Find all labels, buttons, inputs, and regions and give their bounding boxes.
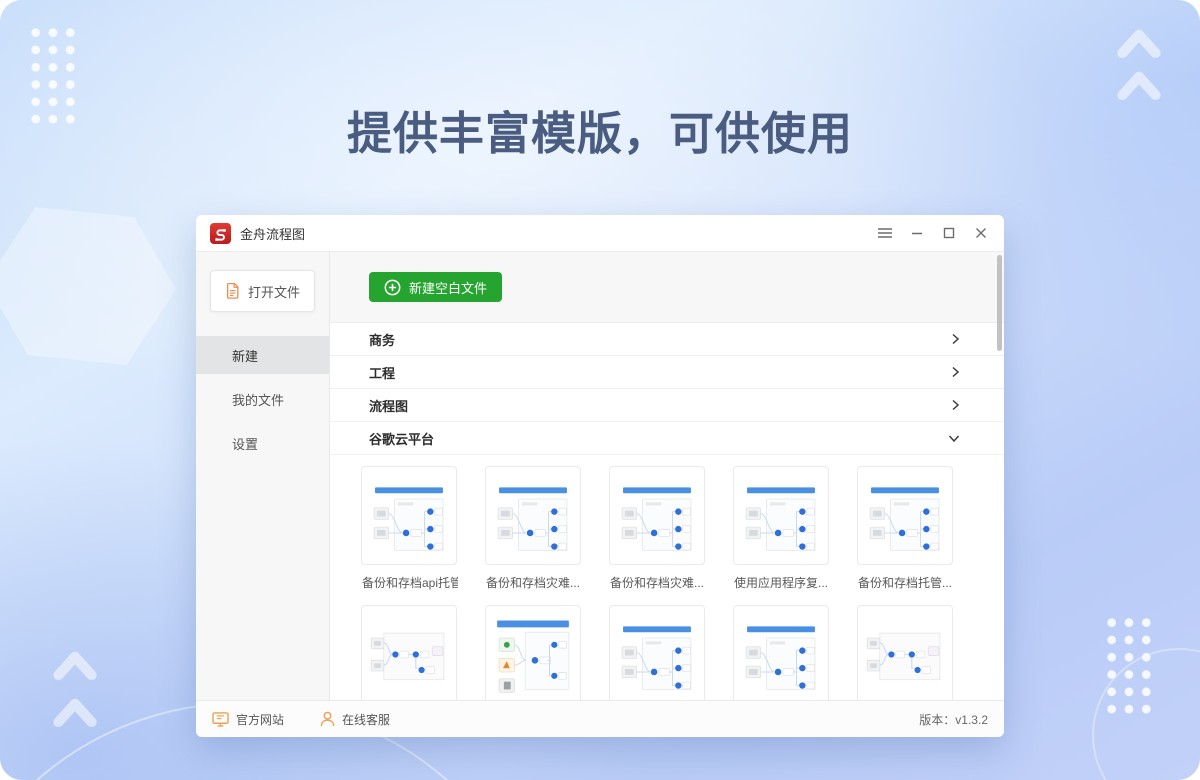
chevron-right-icon — [951, 333, 960, 345]
template-card[interactable] — [485, 605, 581, 700]
minimize-button[interactable] — [910, 226, 924, 240]
sidebar-item-label: 设置 — [232, 434, 258, 453]
category-row-engineering[interactable]: 工程 — [330, 356, 1004, 389]
maximize-button[interactable] — [942, 226, 956, 240]
category-label: 谷歌云平台 — [369, 429, 434, 448]
open-file-button[interactable]: 打开文件 — [210, 270, 315, 312]
category-row-business[interactable]: 商务 — [330, 323, 1004, 356]
sidebar-item-settings[interactable]: 设置 — [196, 424, 329, 462]
chevron-right-icon — [951, 399, 960, 411]
dot-grid-decoration — [1103, 614, 1155, 718]
person-icon — [320, 711, 335, 727]
template-thumbnail — [734, 606, 828, 700]
template-card[interactable] — [609, 466, 705, 565]
sidebar: 打开文件 新建 我的文件 设置 — [196, 252, 330, 700]
hexagon-decoration — [0, 202, 176, 370]
page-background: 提供丰富模版，可供使用 金舟流程图 — [0, 0, 1200, 780]
window-titlebar: 金舟流程图 — [196, 215, 1004, 252]
window-controls — [878, 226, 988, 240]
sidebar-item-my-files[interactable]: 我的文件 — [196, 380, 329, 418]
main-content: 新建空白文件 商务 工程 流程图 — [330, 252, 1004, 700]
template-card[interactable] — [733, 466, 829, 565]
sidebar-menu: 新建 我的文件 设置 — [196, 336, 329, 462]
category-label: 商务 — [369, 330, 395, 349]
template-grid: 备份和存档api托管 备份和存档灾难... 备份和存 — [330, 455, 1004, 700]
app-window: 金舟流程图 — [196, 215, 1004, 737]
monitor-icon — [212, 712, 229, 727]
template-thumbnail — [486, 606, 580, 700]
template-thumbnail — [610, 467, 704, 564]
window-body: 打开文件 新建 我的文件 设置 — [196, 252, 1004, 700]
category-label: 工程 — [369, 363, 395, 382]
sidebar-item-label: 我的文件 — [232, 390, 284, 409]
open-file-label: 打开文件 — [248, 282, 300, 301]
template-thumbnail — [362, 606, 456, 700]
hero-title: 提供丰富模版，可供使用 — [0, 97, 1200, 162]
template-caption: 备份和存档灾难... — [610, 574, 706, 591]
close-button[interactable] — [974, 226, 988, 240]
template-card[interactable] — [733, 605, 829, 700]
chevron-right-icon — [951, 366, 960, 378]
template-thumbnail — [858, 606, 952, 700]
document-icon — [225, 283, 240, 299]
category-label: 流程图 — [369, 396, 408, 415]
version-text: 版本：v1.3.2 — [919, 711, 988, 728]
online-support-link[interactable]: 在线客服 — [320, 711, 390, 728]
vertical-scrollbar[interactable] — [997, 255, 1002, 351]
template-card[interactable] — [857, 605, 953, 700]
online-support-label: 在线客服 — [342, 711, 390, 728]
template-caption: 使用应用程序复... — [734, 574, 830, 591]
template-thumbnail — [486, 467, 580, 564]
window-footer: 官方网站 在线客服 版本：v1.3.2 — [196, 700, 1004, 737]
chevron-down-icon — [948, 434, 960, 443]
template-card[interactable] — [485, 466, 581, 565]
template-caption: 备份和存档api托管 — [362, 574, 458, 591]
official-website-link[interactable]: 官方网站 — [212, 711, 284, 728]
template-thumbnail — [734, 467, 828, 564]
template-thumbnail — [362, 467, 456, 564]
app-logo-icon — [210, 223, 231, 244]
template-row: 备份和存档api托管 备份和存档灾难... 备份和存 — [361, 466, 1004, 605]
category-row-flowchart[interactable]: 流程图 — [330, 389, 1004, 422]
chevron-up-icon — [52, 697, 98, 727]
template-card[interactable] — [361, 466, 457, 565]
sidebar-item-label: 新建 — [232, 346, 258, 365]
chevron-up-icon — [52, 650, 98, 680]
chevron-up-icon — [1116, 70, 1162, 100]
plus-circle-icon — [384, 279, 401, 296]
chevron-up-icon — [1116, 28, 1162, 58]
new-blank-file-button[interactable]: 新建空白文件 — [369, 272, 502, 302]
sidebar-item-new[interactable]: 新建 — [196, 336, 329, 374]
template-row — [361, 605, 1004, 700]
template-card[interactable] — [609, 605, 705, 700]
template-thumbnail — [858, 467, 952, 564]
new-blank-file-label: 新建空白文件 — [409, 278, 487, 297]
window-title: 金舟流程图 — [240, 224, 305, 243]
template-thumbnail — [610, 606, 704, 700]
template-card[interactable] — [361, 605, 457, 700]
template-card[interactable] — [857, 466, 953, 565]
template-caption: 备份和存档托管... — [858, 574, 954, 591]
official-website-label: 官方网站 — [236, 711, 284, 728]
content-toolbar: 新建空白文件 — [330, 252, 1004, 323]
menu-icon[interactable] — [878, 226, 892, 240]
template-caption: 备份和存档灾难... — [486, 574, 582, 591]
category-row-google-cloud[interactable]: 谷歌云平台 — [330, 422, 1004, 455]
